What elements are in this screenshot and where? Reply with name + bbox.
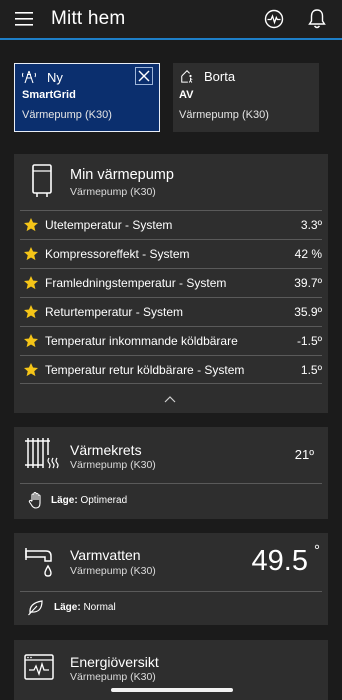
energy-title: Energiöversikt [70, 654, 159, 670]
pulse-icon[interactable] [264, 9, 284, 29]
tower-icon [22, 70, 36, 84]
divider [20, 483, 322, 484]
hot-water-title: Varmvatten [70, 547, 141, 563]
star-icon[interactable] [23, 333, 39, 349]
row-value: 3.3º [300, 218, 322, 232]
heatpump-card[interactable]: Min värmepump Värmepump (K30) Utetempera… [14, 154, 328, 413]
mode-label: Läge: [51, 495, 78, 506]
row-label: Framledningstemperatur - System [45, 276, 227, 290]
radiator-icon [25, 438, 59, 469]
mode-title: Borta [204, 69, 236, 84]
hand-icon [28, 492, 41, 509]
energy-monitor-icon [24, 654, 54, 680]
bell-icon[interactable] [307, 8, 327, 30]
star-icon[interactable] [23, 362, 39, 378]
house-leave-icon [181, 70, 193, 83]
list-item[interactable]: Temperatur inkommande köldbärare -1.5º [20, 326, 322, 355]
row-value: 35.9º [294, 305, 322, 319]
mode-value: Normal [83, 602, 116, 613]
row-label: Kompressoreffekt - System [45, 247, 190, 261]
heating-circuit-title: Värmekrets [70, 442, 142, 458]
row-label: Utetemperatur - System [45, 218, 173, 232]
close-icon [138, 70, 150, 82]
mode-state: AV [179, 89, 194, 101]
divider [20, 383, 322, 384]
close-button[interactable] [135, 67, 153, 85]
mode-device: Värmepump (K30) [179, 109, 269, 121]
row-label: Returtemperatur - System [45, 305, 184, 319]
row-label: Temperatur inkommande köldbärare [45, 334, 238, 348]
degree-symbol: ° [314, 542, 320, 559]
energy-subtitle: Värmepump (K30) [70, 671, 156, 683]
mode-name: SmartGrid [22, 89, 76, 101]
home-indicator[interactable] [111, 688, 233, 692]
hot-water-card[interactable]: Varmvatten Värmepump (K30) 49.5 ° Läge: … [14, 533, 328, 625]
row-label: Temperatur retur köldbärare - System [45, 363, 245, 377]
mode-text: Läge: Optimerad [51, 495, 127, 506]
leaf-icon [28, 600, 43, 616]
heatpump-title: Min värmepump [70, 167, 174, 183]
list-item[interactable]: Utetemperatur - System 3.3º [20, 210, 322, 239]
list-item[interactable]: Temperatur retur köldbärare - System 1.5… [20, 355, 322, 384]
star-icon[interactable] [23, 246, 39, 262]
mode-card-smartgrid[interactable]: Ny SmartGrid Värmepump (K30) [14, 63, 160, 132]
list-item[interactable]: Kompressoreffekt - System 42 % [20, 239, 322, 268]
list-item[interactable]: Framledningstemperatur - System 39.7º [20, 268, 322, 297]
divider [20, 591, 322, 592]
mode-card-borta[interactable]: Borta AV Värmepump (K30) [173, 63, 319, 132]
mode-title: Ny [47, 70, 63, 85]
faucet-icon [25, 548, 52, 577]
row-value: 1.5º [300, 363, 322, 377]
heating-circuit-subtitle: Värmepump (K30) [70, 459, 156, 471]
star-icon[interactable] [23, 304, 39, 320]
mode-value: Optimerad [80, 495, 128, 506]
page-title: Mitt hem [51, 8, 126, 29]
hot-water-temperature: 49.5 [251, 545, 308, 577]
top-bar: Mitt hem [0, 0, 342, 40]
hot-water-subtitle: Värmepump (K30) [70, 565, 156, 577]
heatpump-icon [32, 164, 52, 197]
menu-icon[interactable] [15, 11, 33, 27]
mode-device: Värmepump (K30) [22, 109, 112, 121]
star-icon[interactable] [23, 217, 39, 233]
heating-circuit-temperature: 21º [294, 447, 314, 462]
chevron-up-icon[interactable] [164, 395, 176, 403]
heatpump-subtitle: Värmepump (K30) [70, 186, 156, 198]
mode-text: Läge: Normal [54, 602, 116, 613]
row-value: 42 % [294, 247, 322, 261]
star-icon[interactable] [23, 275, 39, 291]
heating-circuit-card[interactable]: Värmekrets Värmepump (K30) 21º Läge: Opt… [14, 427, 328, 519]
row-value: 39.7º [294, 276, 322, 290]
list-item[interactable]: Returtemperatur - System 35.9º [20, 297, 322, 326]
row-value: -1.5º [296, 334, 322, 348]
mode-label: Läge: [54, 602, 81, 613]
